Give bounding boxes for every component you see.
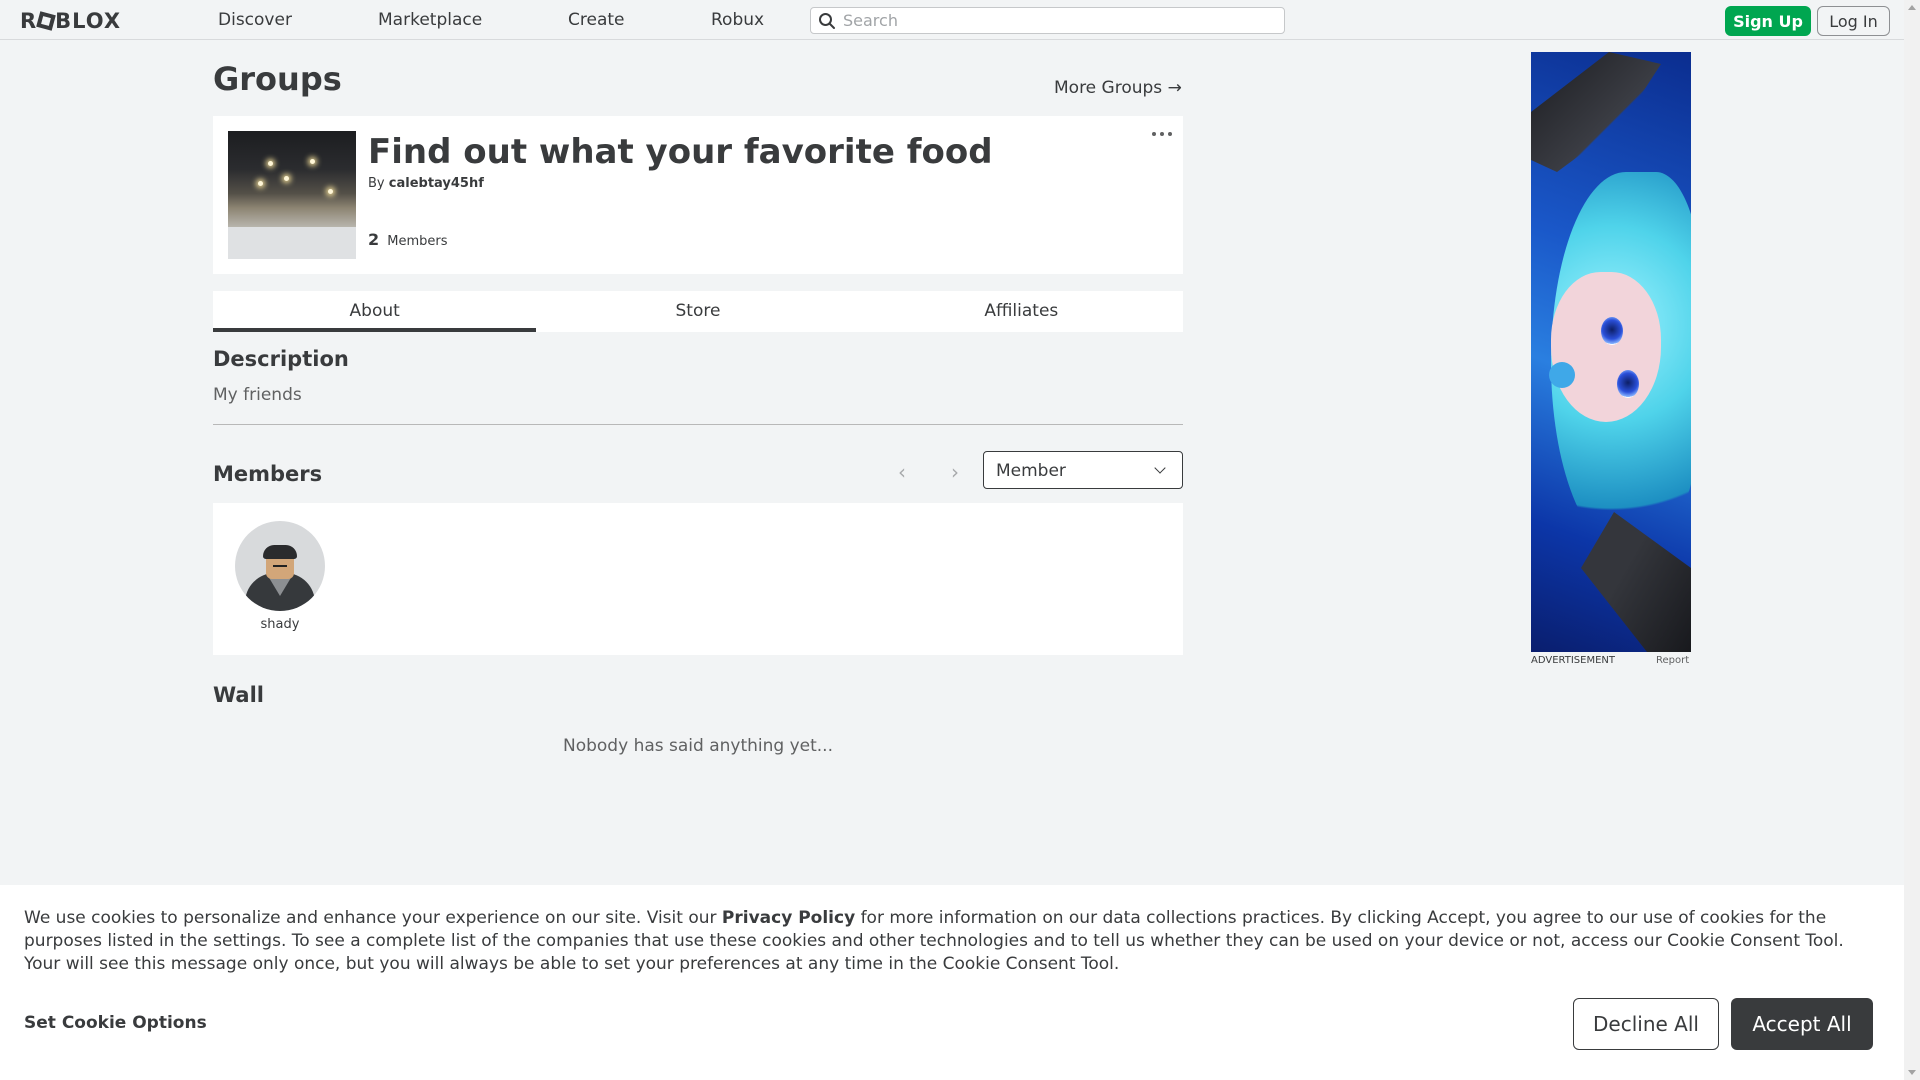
scroll-down-icon[interactable] (1908, 1070, 1916, 1075)
set-cookie-options-link[interactable]: Set Cookie Options (24, 1013, 207, 1033)
group-member-count: 2 Members (368, 230, 448, 249)
sign-up-button[interactable]: Sign Up (1725, 6, 1811, 36)
accept-all-button[interactable]: Accept All (1731, 998, 1873, 1050)
privacy-policy-link[interactable]: Privacy Policy (722, 908, 855, 928)
group-emblem-image (228, 131, 356, 259)
role-select-value: Member (996, 461, 1066, 481)
avatar[interactable] (235, 521, 325, 611)
chevron-left-icon[interactable]: ‹ (898, 460, 906, 484)
chevron-down-icon (1154, 462, 1166, 474)
advertisement-banner[interactable] (1531, 52, 1691, 652)
tab-affiliates[interactable]: Affiliates (860, 291, 1183, 332)
advertisement-label: ADVERTISEMENT (1531, 655, 1616, 666)
member-count-label: Members (387, 234, 448, 249)
scroll-up-icon[interactable] (1908, 5, 1916, 10)
wall-empty-message: Nobody has said anything yet... (563, 736, 833, 756)
group-owner-line: By calebtay45hf (368, 176, 484, 191)
member-name[interactable]: shady (235, 617, 325, 632)
nav-create-link[interactable]: Create (568, 10, 625, 30)
group-header-card: Find out what your favorite food By cale… (213, 116, 1183, 274)
search-icon (819, 13, 835, 29)
cookie-message: We use cookies to personalize and enhanc… (24, 907, 1884, 976)
description-heading: Description (213, 347, 349, 371)
cookie-consent-banner: We use cookies to personalize and enhanc… (0, 885, 1904, 1080)
group-name: Find out what your favorite food (368, 132, 993, 172)
page-title: Groups (213, 60, 342, 98)
section-divider (213, 424, 1183, 425)
top-navigation-bar: R BLOX Discover Marketplace Create Robux … (0, 0, 1904, 40)
wall-heading: Wall (213, 683, 264, 707)
chevron-right-icon[interactable]: › (951, 460, 959, 484)
description-text: My friends (213, 385, 302, 405)
group-owner-link[interactable]: calebtay45hf (389, 176, 484, 191)
nav-robux-link[interactable]: Robux (711, 10, 764, 30)
member-count-value: 2 (368, 230, 380, 249)
members-list: shady (213, 503, 1183, 655)
search-input[interactable] (843, 10, 1273, 31)
page-scrollbar[interactable] (1904, 0, 1920, 1080)
group-tabs: About Store Affiliates (213, 291, 1183, 332)
log-in-button[interactable]: Log In (1817, 6, 1890, 36)
nav-marketplace-link[interactable]: Marketplace (378, 10, 482, 30)
role-select-dropdown[interactable]: Member (983, 451, 1183, 489)
cookie-text-before: We use cookies to personalize and enhanc… (24, 908, 722, 928)
search-box[interactable] (810, 7, 1285, 34)
roblox-logo[interactable]: R BLOX (20, 9, 121, 33)
report-ad-link[interactable]: Report (1656, 655, 1689, 666)
more-options-icon[interactable] (1152, 132, 1172, 138)
tab-about[interactable]: About (213, 291, 537, 332)
tab-store[interactable]: Store (536, 291, 859, 332)
nav-discover-link[interactable]: Discover (218, 10, 292, 30)
more-groups-link[interactable]: More Groups → (1054, 78, 1182, 98)
group-by-prefix: By (368, 176, 385, 191)
decline-all-button[interactable]: Decline All (1573, 998, 1719, 1050)
members-heading: Members (213, 462, 323, 486)
